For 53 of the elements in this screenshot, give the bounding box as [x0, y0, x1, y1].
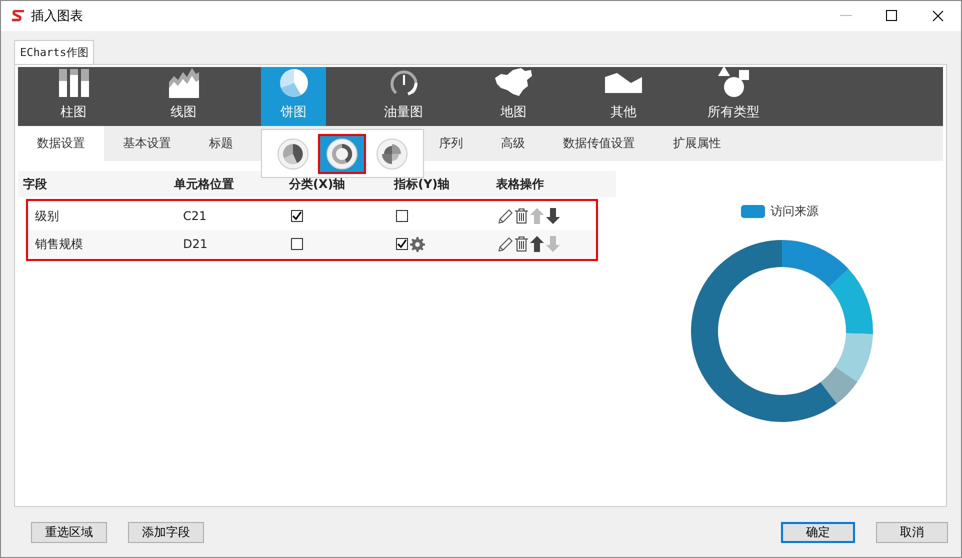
bar-chart-icon — [58, 68, 88, 96]
mountain-icon — [604, 72, 642, 92]
rose-chart-icon — [376, 138, 408, 170]
area-chart-icon — [168, 68, 198, 98]
chart-type-tab[interactable]: 其他 — [591, 67, 656, 126]
column-header: 表格操作 — [496, 176, 545, 192]
up-arrow-icon[interactable] — [530, 236, 544, 252]
legend-label: 访问来源 — [770, 203, 818, 220]
window-title: 插入图表 — [31, 8, 83, 25]
pie-chart-icon — [276, 138, 309, 170]
settings-tab[interactable]: 扩展属性 — [654, 126, 740, 161]
chart-type-tab[interactable]: 线图 — [151, 67, 216, 126]
settings-tab[interactable]: 数据传值设置 — [544, 126, 654, 161]
cell-position: C21 — [183, 209, 207, 223]
field-name: 级别 — [35, 208, 59, 224]
close-icon[interactable] — [932, 10, 944, 22]
cell-position: D21 — [183, 237, 208, 251]
column-header: 单元格位置 — [174, 176, 235, 192]
maximize-icon[interactable] — [886, 10, 898, 22]
checkbox[interactable] — [396, 238, 408, 250]
column-header: 分类(X)轴 — [289, 176, 346, 192]
edit-icon[interactable] — [498, 208, 513, 224]
map-icon — [494, 68, 532, 98]
delete-icon[interactable] — [515, 236, 528, 252]
settings-icon[interactable] — [410, 236, 425, 252]
column-header: 字段 — [23, 176, 48, 192]
column-header: 指标(Y)轴 — [394, 176, 451, 192]
settings-tab[interactable]: 序列 — [420, 126, 482, 161]
chart-type-tab[interactable]: 地图 — [481, 67, 546, 126]
footer-button[interactable]: 重选区域 — [31, 522, 107, 543]
chart-type-tab[interactable]: 油量图 — [371, 67, 436, 126]
delete-icon[interactable] — [515, 208, 528, 224]
chart-type-tab[interactable]: 所有类型 — [701, 67, 766, 126]
checkbox[interactable] — [291, 210, 303, 222]
checkbox[interactable] — [396, 210, 408, 222]
pie-type-option[interactable] — [318, 134, 366, 174]
settings-tab[interactable]: 高级 — [482, 126, 544, 161]
donut-chart-icon — [326, 138, 358, 170]
edit-icon[interactable] — [498, 236, 513, 252]
settings-tab[interactable]: 数据设置 — [18, 126, 104, 161]
down-arrow-icon[interactable] — [546, 208, 560, 224]
checkbox[interactable] — [291, 238, 303, 250]
field-name: 销售规模 — [35, 236, 83, 252]
settings-tab[interactable]: 基本设置 — [104, 126, 190, 161]
ok-button[interactable]: 确定 — [781, 522, 855, 543]
outer-tab[interactable]: ECharts作图 — [14, 40, 94, 64]
pie-chart-icon — [278, 68, 308, 98]
chart-type-tab[interactable]: 柱图 — [41, 67, 106, 126]
app-logo-icon — [11, 10, 25, 22]
footer-button[interactable]: 添加字段 — [128, 522, 204, 543]
cancel-button[interactable]: 取消 — [876, 522, 948, 543]
gauge-icon — [390, 68, 418, 96]
settings-tab[interactable]: 标题 — [190, 126, 252, 161]
